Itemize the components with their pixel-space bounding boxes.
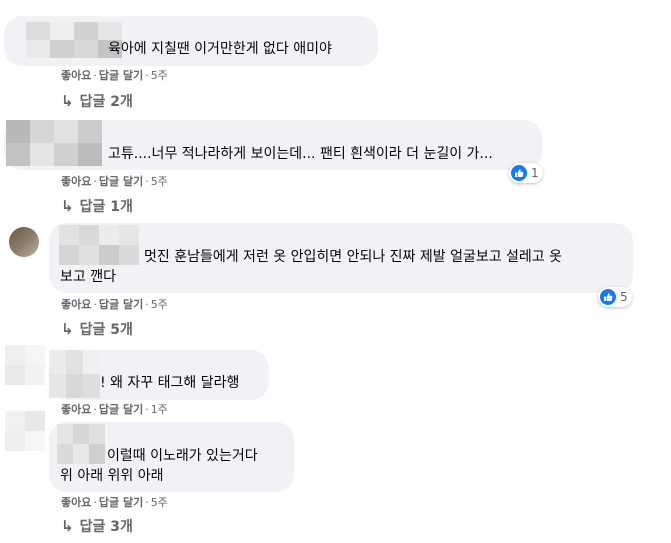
redacted-author-name	[57, 424, 105, 464]
comment-bubble: 이럴때 이노래가 있는거다 위 아래 위위 아래	[49, 422, 294, 492]
redacted-author-name	[49, 350, 100, 398]
comment-text: 멋진 훈남들에게 저런 옷 안입히면 안되나 진짜 제발 얼굴보고 설레고 옷	[144, 249, 563, 265]
redacted-author-name	[6, 120, 102, 166]
reaction-number: 1	[531, 166, 539, 180]
timestamp[interactable]: 5주	[151, 69, 168, 82]
reply-link[interactable]: 답글 달기	[99, 403, 143, 416]
redacted-avatar	[5, 345, 45, 385]
view-replies-link[interactable]: ↳ 답글 2개	[61, 92, 133, 111]
commenter-avatar[interactable]	[9, 227, 39, 257]
comment-bubble: 멋진 훈남들에게 저런 옷 안입히면 안되나 진짜 제발 얼굴보고 설레고 옷 …	[49, 223, 633, 293]
reply-link[interactable]: 답글 달기	[99, 298, 143, 311]
timestamp[interactable]: 5주	[151, 298, 168, 311]
replies-count: 답글 2개	[79, 94, 133, 110]
view-replies-link[interactable]: ↳ 답글 3개	[61, 517, 133, 536]
comment-bubble: 고튜....너무 적나라하게 보이는데... 팬티 흰색이라 더 눈길이 가..…	[4, 120, 542, 170]
like-link[interactable]: 좋아요	[61, 496, 91, 509]
view-replies-link[interactable]: ↳ 답글 1개	[61, 197, 133, 216]
comment-bubble: 육아에 지칠땐 이거만한게 없다 애미야	[4, 16, 378, 66]
reaction-count[interactable]: 5	[598, 287, 632, 307]
timestamp[interactable]: 5주	[151, 175, 168, 188]
reply-link[interactable]: 답글 달기	[99, 175, 143, 188]
timestamp[interactable]: 5주	[151, 496, 168, 509]
timestamp[interactable]: 1주	[151, 403, 168, 416]
comment-text: 고튜....너무 적나라하게 보이는데... 팬티 흰색이라 더 눈길이 가..…	[108, 146, 493, 162]
redacted-author-name	[59, 225, 139, 265]
like-link[interactable]: 좋아요	[61, 298, 91, 311]
comment-actions: 좋아요 · 답글 달기 · 5주	[61, 175, 168, 188]
replies-count: 답글 1개	[79, 199, 133, 215]
comment-actions: 좋아요 · 답글 달기 · 5주	[61, 298, 168, 311]
comment-text: 이럴때 이노래가 있는거다	[107, 448, 258, 464]
reply-link[interactable]: 답글 달기	[99, 496, 143, 509]
comment-text: 육아에 지칠땐 이거만한게 없다 애미야	[108, 41, 332, 57]
like-link[interactable]: 좋아요	[61, 175, 91, 188]
view-replies-link[interactable]: ↳ 답글 5개	[61, 320, 133, 339]
reply-arrow-icon: ↳	[61, 197, 74, 215]
comment-text-continued: 위 아래 위위 아래	[60, 468, 164, 484]
comment-text: ! 왜 자꾸 태그해 달라행	[100, 375, 240, 391]
like-reaction-icon	[511, 165, 527, 181]
redacted-avatar	[5, 411, 45, 451]
like-link[interactable]: 좋아요	[61, 69, 91, 82]
reply-arrow-icon: ↳	[61, 92, 74, 110]
comment-bubble: ! 왜 자꾸 태그해 달라행	[49, 350, 269, 400]
replies-count: 답글 3개	[79, 519, 133, 535]
like-link[interactable]: 좋아요	[61, 403, 91, 416]
replies-count: 답글 5개	[79, 322, 133, 338]
comment-actions: 좋아요 · 답글 달기 · 5주	[61, 496, 168, 509]
like-reaction-icon	[600, 289, 616, 305]
reply-link[interactable]: 답글 달기	[99, 69, 143, 82]
reaction-number: 5	[620, 290, 628, 304]
comment-actions: 좋아요 · 답글 달기 · 1주	[61, 403, 168, 416]
comment-actions: 좋아요 · 답글 달기 · 5주	[61, 69, 168, 82]
comment-text-continued: 보고 깬다	[60, 269, 116, 285]
reaction-count[interactable]: 1	[509, 163, 543, 183]
reply-arrow-icon: ↳	[61, 320, 74, 338]
reply-arrow-icon: ↳	[61, 517, 74, 535]
